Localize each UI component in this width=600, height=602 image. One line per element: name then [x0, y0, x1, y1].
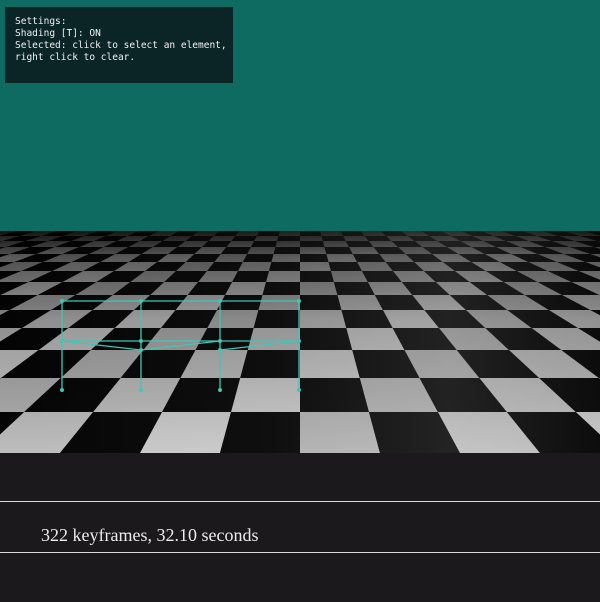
- skeleton-joint[interactable]: [139, 339, 143, 343]
- skeleton-joint[interactable]: [60, 388, 64, 392]
- skeleton-joint[interactable]: [218, 339, 222, 343]
- skeleton-joint[interactable]: [139, 299, 143, 303]
- selection-hint-line-1: Selected: click to select an element,: [15, 40, 227, 51]
- skeleton-joint[interactable]: [60, 299, 64, 303]
- skeleton-joint[interactable]: [139, 388, 143, 392]
- selection-hint-line-2: right click to clear.: [15, 52, 136, 63]
- 3d-viewport[interactable]: Settings: Shading [T]: ON Selected: clic…: [0, 0, 600, 453]
- skeleton-joint[interactable]: [60, 339, 64, 343]
- shading-toggle-status: Shading [T]: ON: [15, 28, 101, 39]
- timeline-bottom-rule: [0, 552, 600, 553]
- timeline-panel[interactable]: 322 keyframes, 32.10 seconds: [0, 453, 600, 602]
- settings-label: Settings:: [15, 16, 67, 27]
- skeleton-joint[interactable]: [297, 339, 301, 343]
- timeline-top-rule: [0, 501, 600, 502]
- skeleton-joint[interactable]: [297, 299, 301, 303]
- keyframe-status: 322 keyframes, 32.10 seconds: [41, 525, 259, 545]
- settings-overlay: Settings: Shading [T]: ON Selected: clic…: [5, 7, 233, 83]
- skeleton-joint[interactable]: [218, 299, 222, 303]
- skeleton-joint[interactable]: [297, 388, 301, 392]
- skeleton-joint[interactable]: [218, 348, 222, 352]
- skeleton-joint[interactable]: [139, 348, 143, 352]
- skeleton-joint[interactable]: [218, 388, 222, 392]
